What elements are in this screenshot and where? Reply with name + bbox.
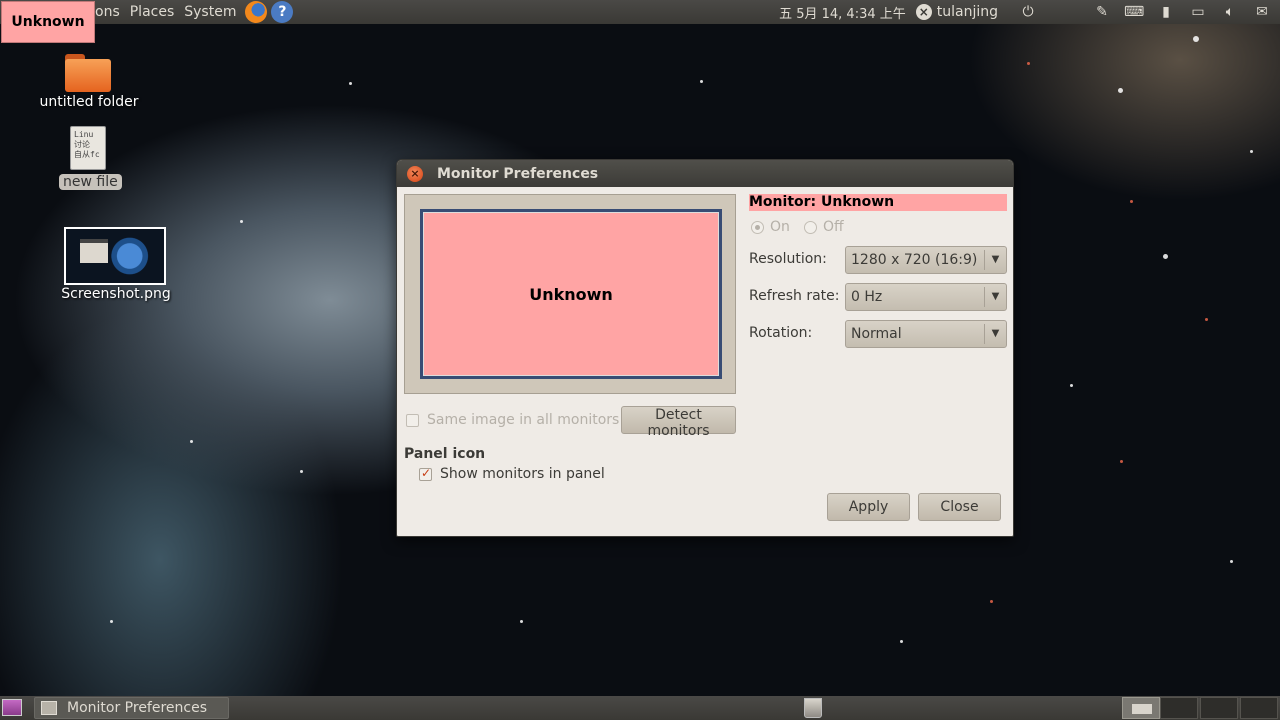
- radio-on-label: On: [770, 219, 790, 235]
- clock[interactable]: 五 5月 14, 4:34 上午: [779, 3, 906, 22]
- radio-on-indicator: [751, 220, 764, 234]
- taskbar-item-monitor-preferences[interactable]: Monitor Preferences: [34, 697, 229, 719]
- chevron-down-icon: ▼: [984, 287, 1006, 307]
- refresh-rate-label: Refresh rate:: [749, 288, 840, 304]
- monitor-preferences-icon: [41, 701, 57, 715]
- desktop-item-label[interactable]: untitled folder: [36, 94, 142, 110]
- applications-menu[interactable]: ons: [90, 4, 125, 20]
- workspace-3[interactable]: [1200, 697, 1238, 719]
- desktop-item-label[interactable]: Screenshot.png: [55, 286, 177, 302]
- help-icon[interactable]: ?: [271, 1, 294, 23]
- workspace-1[interactable]: [1122, 697, 1160, 719]
- top-panel-tray: 五 5月 14, 4:34 上午 × tulanjing ⏻ ✎ ⌨ ▮ ▭ 🔈…: [779, 0, 1280, 24]
- dialog-title: Monitor Preferences: [437, 165, 599, 182]
- notes-icon[interactable]: ✎: [1092, 4, 1112, 20]
- firefox-icon[interactable]: [245, 1, 268, 23]
- radio-off-indicator: [804, 220, 817, 234]
- text-file-icon[interactable]: Linu 讨论 自从fc: [70, 126, 106, 170]
- monitor-heading: Monitor: Unknown: [749, 194, 1007, 211]
- workspace-4[interactable]: [1240, 697, 1278, 719]
- display-icon[interactable]: ▭: [1188, 4, 1208, 20]
- monitor-preferences-dialog: × Monitor Preferences Unknown Monitor: U…: [396, 159, 1014, 537]
- system-menu[interactable]: System: [179, 4, 241, 20]
- user-name[interactable]: tulanjing: [937, 4, 998, 20]
- keyboard-icon[interactable]: ⌨: [1124, 4, 1144, 20]
- volume-icon[interactable]: 🔈︎: [1220, 4, 1240, 20]
- apply-button[interactable]: Apply: [827, 493, 910, 521]
- close-icon[interactable]: ×: [407, 165, 423, 182]
- detect-monitors-button[interactable]: Detect monitors: [621, 406, 736, 439]
- places-menu[interactable]: Places: [125, 4, 180, 20]
- trash-icon[interactable]: [804, 698, 822, 718]
- rotation-label: Rotation:: [749, 325, 813, 341]
- monitor-preview[interactable]: Unknown: [420, 209, 722, 379]
- dialog-titlebar[interactable]: × Monitor Preferences: [397, 160, 1013, 187]
- same-image-checkbox[interactable]: Same image in all monitors: [406, 412, 619, 428]
- chevron-down-icon: ▼: [984, 250, 1006, 270]
- monitor-identify-label: Unknown: [1, 1, 95, 43]
- show-monitors-label: Show monitors in panel: [440, 466, 605, 482]
- mail-icon[interactable]: ✉: [1252, 4, 1272, 20]
- same-image-label: Same image in all monitors: [427, 412, 620, 428]
- radio-off-label: Off: [823, 219, 844, 235]
- panel-icon-heading: Panel icon: [404, 446, 486, 462]
- desktop-item-label[interactable]: new file: [59, 174, 122, 190]
- power-icon[interactable]: ⏻: [1018, 4, 1038, 20]
- image-thumbnail[interactable]: [64, 227, 166, 285]
- monitor-preview-label: Unknown: [529, 284, 613, 304]
- close-button[interactable]: Close: [918, 493, 1001, 521]
- show-monitors-checkbox-box: [419, 466, 432, 481]
- rotation-value: Normal: [851, 326, 902, 342]
- radio-on[interactable]: On: [751, 219, 790, 235]
- user-status-icon[interactable]: ×: [915, 4, 932, 20]
- refresh-rate-value: 0 Hz: [851, 289, 883, 305]
- resolution-label: Resolution:: [749, 251, 827, 267]
- show-monitors-checkbox[interactable]: Show monitors in panel: [419, 466, 605, 482]
- show-desktop-icon[interactable]: [2, 699, 22, 716]
- monitor-preview-area: Unknown: [404, 194, 736, 394]
- taskbar-item-label: Monitor Preferences: [67, 700, 208, 716]
- battery-icon[interactable]: ▮: [1156, 4, 1176, 20]
- workspace-2[interactable]: [1160, 697, 1198, 719]
- rotation-combo[interactable]: Normal ▼: [845, 320, 1007, 348]
- folder-icon[interactable]: [65, 54, 111, 92]
- refresh-rate-combo[interactable]: 0 Hz ▼: [845, 283, 1007, 311]
- same-image-checkbox-box: [406, 413, 419, 427]
- radio-off[interactable]: Off: [804, 219, 844, 235]
- top-panel: ons Places System ? 五 5月 14, 4:34 上午 × t…: [0, 0, 1280, 24]
- bottom-panel: Monitor Preferences: [0, 696, 1280, 720]
- resolution-value: 1280 x 720 (16:9): [851, 252, 978, 268]
- chevron-down-icon: ▼: [984, 324, 1006, 344]
- resolution-combo[interactable]: 1280 x 720 (16:9) ▼: [845, 246, 1007, 274]
